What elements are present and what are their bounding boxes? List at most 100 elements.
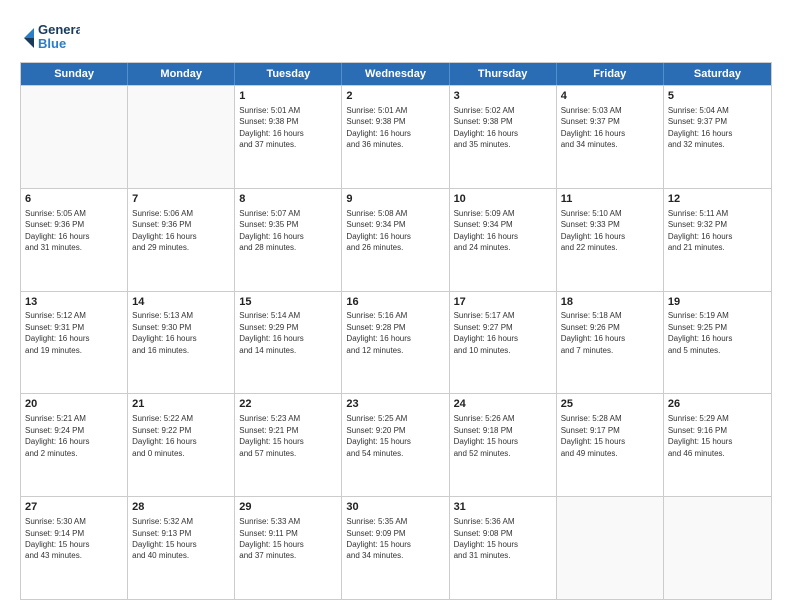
day-info: Sunrise: 5:33 AM Sunset: 9:11 PM Dayligh… <box>239 517 303 560</box>
calendar-day-24: 24 Sunrise: 5:26 AM Sunset: 9:18 PM Dayli… <box>450 394 557 496</box>
day-number: 13 <box>25 295 123 310</box>
calendar-day-21: 21Sunrise: 5:22 AM Sunset: 9:22 PM Dayli… <box>128 394 235 496</box>
weekday-header: Thursday <box>450 63 557 85</box>
weekday-header: Friday <box>557 63 664 85</box>
day-info: Sunrise: 5:28 AM Sunset: 9:17 PM Dayligh… <box>561 414 625 457</box>
day-number: 27 <box>25 500 123 515</box>
day-info: Sunrise: 5:23 AM Sunset: 9:21 PM Dayligh… <box>239 414 303 457</box>
day-number: 11 <box>561 192 659 207</box>
day-info: Sunrise: 5:36 AM Sunset: 9:08 PM Dayligh… <box>454 517 518 560</box>
weekday-header: Monday <box>128 63 235 85</box>
day-number: 31 <box>454 500 552 515</box>
day-info: Sunrise: 5:09 AM Sunset: 9:34 PM Dayligh… <box>454 209 518 252</box>
logo: GeneralBlue <box>20 18 80 54</box>
day-number: 16 <box>346 295 444 310</box>
day-info: Sunrise: 5:29 AM Sunset: 9:16 PM Dayligh… <box>668 414 732 457</box>
logo-svg: GeneralBlue <box>20 18 80 54</box>
calendar-day-30: 30 Sunrise: 5:35 AM Sunset: 9:09 PM Dayli… <box>342 497 449 599</box>
weekday-header: Tuesday <box>235 63 342 85</box>
day-info: Sunrise: 5:11 AM Sunset: 9:32 PM Dayligh… <box>668 209 732 252</box>
day-number: 18 <box>561 295 659 310</box>
calendar-row: 1 Sunrise: 5:01 AM Sunset: 9:38 PM Daylig… <box>21 85 771 188</box>
day-info: Sunrise: 5:10 AM Sunset: 9:33 PM Dayligh… <box>561 209 625 252</box>
day-info: Sunrise: 5:01 AM Sunset: 9:38 PM Dayligh… <box>346 106 410 149</box>
calendar-row: 13Sunrise: 5:12 AM Sunset: 9:31 PM Dayli… <box>21 291 771 394</box>
calendar-day-15: 15Sunrise: 5:14 AM Sunset: 9:29 PM Dayli… <box>235 292 342 394</box>
day-info: Sunrise: 5:19 AM Sunset: 9:25 PM Dayligh… <box>668 311 732 354</box>
calendar-row: 20 Sunrise: 5:21 AM Sunset: 9:24 PM Dayli… <box>21 393 771 496</box>
calendar-day-6: 6 Sunrise: 5:05 AM Sunset: 9:36 PM Daylig… <box>21 189 128 291</box>
day-info: Sunrise: 5:08 AM Sunset: 9:34 PM Dayligh… <box>346 209 410 252</box>
calendar-day-10: 10 Sunrise: 5:09 AM Sunset: 9:34 PM Dayli… <box>450 189 557 291</box>
day-number: 28 <box>132 500 230 515</box>
day-number: 23 <box>346 397 444 412</box>
calendar-day-17: 17Sunrise: 5:17 AM Sunset: 9:27 PM Dayli… <box>450 292 557 394</box>
calendar-day-5: 5 Sunrise: 5:04 AM Sunset: 9:37 PM Daylig… <box>664 86 771 188</box>
day-number: 17 <box>454 295 552 310</box>
calendar-day-23: 23 Sunrise: 5:25 AM Sunset: 9:20 PM Dayli… <box>342 394 449 496</box>
day-number: 30 <box>346 500 444 515</box>
day-info: Sunrise: 5:35 AM Sunset: 9:09 PM Dayligh… <box>346 517 410 560</box>
weekday-header: Sunday <box>21 63 128 85</box>
svg-text:General: General <box>38 22 80 37</box>
day-number: 4 <box>561 89 659 104</box>
day-info: Sunrise: 5:07 AM Sunset: 9:35 PM Dayligh… <box>239 209 303 252</box>
calendar-day-3: 3 Sunrise: 5:02 AM Sunset: 9:38 PM Daylig… <box>450 86 557 188</box>
day-number: 24 <box>454 397 552 412</box>
day-number: 14 <box>132 295 230 310</box>
day-number: 9 <box>346 192 444 207</box>
calendar-day-22: 22Sunrise: 5:23 AM Sunset: 9:21 PM Dayli… <box>235 394 342 496</box>
calendar-row: 6 Sunrise: 5:05 AM Sunset: 9:36 PM Daylig… <box>21 188 771 291</box>
svg-text:Blue: Blue <box>38 36 66 51</box>
day-number: 6 <box>25 192 123 207</box>
day-number: 26 <box>668 397 767 412</box>
calendar-day-14: 14Sunrise: 5:13 AM Sunset: 9:30 PM Dayli… <box>128 292 235 394</box>
day-info: Sunrise: 5:32 AM Sunset: 9:13 PM Dayligh… <box>132 517 196 560</box>
day-info: Sunrise: 5:05 AM Sunset: 9:36 PM Dayligh… <box>25 209 89 252</box>
calendar-body: 1 Sunrise: 5:01 AM Sunset: 9:38 PM Daylig… <box>21 85 771 599</box>
header: GeneralBlue <box>20 18 772 54</box>
day-info: Sunrise: 5:26 AM Sunset: 9:18 PM Dayligh… <box>454 414 518 457</box>
weekday-header: Wednesday <box>342 63 449 85</box>
day-number: 1 <box>239 89 337 104</box>
day-number: 8 <box>239 192 337 207</box>
day-info: Sunrise: 5:14 AM Sunset: 9:29 PM Dayligh… <box>239 311 303 354</box>
calendar-header: SundayMondayTuesdayWednesdayThursdayFrid… <box>21 63 771 85</box>
calendar-empty-cell <box>21 86 128 188</box>
day-number: 2 <box>346 89 444 104</box>
calendar-day-2: 2 Sunrise: 5:01 AM Sunset: 9:38 PM Daylig… <box>342 86 449 188</box>
calendar-empty-cell <box>557 497 664 599</box>
calendar: SundayMondayTuesdayWednesdayThursdayFrid… <box>20 62 772 600</box>
weekday-header: Saturday <box>664 63 771 85</box>
calendar-day-9: 9 Sunrise: 5:08 AM Sunset: 9:34 PM Daylig… <box>342 189 449 291</box>
day-info: Sunrise: 5:21 AM Sunset: 9:24 PM Dayligh… <box>25 414 89 457</box>
day-number: 20 <box>25 397 123 412</box>
day-info: Sunrise: 5:04 AM Sunset: 9:37 PM Dayligh… <box>668 106 732 149</box>
day-number: 19 <box>668 295 767 310</box>
calendar-day-7: 7 Sunrise: 5:06 AM Sunset: 9:36 PM Daylig… <box>128 189 235 291</box>
day-info: Sunrise: 5:17 AM Sunset: 9:27 PM Dayligh… <box>454 311 518 354</box>
day-info: Sunrise: 5:13 AM Sunset: 9:30 PM Dayligh… <box>132 311 196 354</box>
calendar-empty-cell <box>664 497 771 599</box>
calendar-day-25: 25Sunrise: 5:28 AM Sunset: 9:17 PM Dayli… <box>557 394 664 496</box>
day-number: 10 <box>454 192 552 207</box>
day-info: Sunrise: 5:22 AM Sunset: 9:22 PM Dayligh… <box>132 414 196 457</box>
calendar-day-18: 18Sunrise: 5:18 AM Sunset: 9:26 PM Dayli… <box>557 292 664 394</box>
calendar-day-4: 4 Sunrise: 5:03 AM Sunset: 9:37 PM Daylig… <box>557 86 664 188</box>
calendar-day-8: 8 Sunrise: 5:07 AM Sunset: 9:35 PM Daylig… <box>235 189 342 291</box>
day-info: Sunrise: 5:01 AM Sunset: 9:38 PM Dayligh… <box>239 106 303 149</box>
day-info: Sunrise: 5:16 AM Sunset: 9:28 PM Dayligh… <box>346 311 410 354</box>
day-number: 7 <box>132 192 230 207</box>
calendar-row: 27Sunrise: 5:30 AM Sunset: 9:14 PM Dayli… <box>21 496 771 599</box>
day-info: Sunrise: 5:06 AM Sunset: 9:36 PM Dayligh… <box>132 209 196 252</box>
day-info: Sunrise: 5:02 AM Sunset: 9:38 PM Dayligh… <box>454 106 518 149</box>
day-info: Sunrise: 5:03 AM Sunset: 9:37 PM Dayligh… <box>561 106 625 149</box>
day-number: 12 <box>668 192 767 207</box>
calendar-day-12: 12 Sunrise: 5:11 AM Sunset: 9:32 PM Dayli… <box>664 189 771 291</box>
calendar-day-16: 16Sunrise: 5:16 AM Sunset: 9:28 PM Dayli… <box>342 292 449 394</box>
day-info: Sunrise: 5:12 AM Sunset: 9:31 PM Dayligh… <box>25 311 89 354</box>
calendar-empty-cell <box>128 86 235 188</box>
day-info: Sunrise: 5:25 AM Sunset: 9:20 PM Dayligh… <box>346 414 410 457</box>
day-number: 3 <box>454 89 552 104</box>
day-number: 5 <box>668 89 767 104</box>
